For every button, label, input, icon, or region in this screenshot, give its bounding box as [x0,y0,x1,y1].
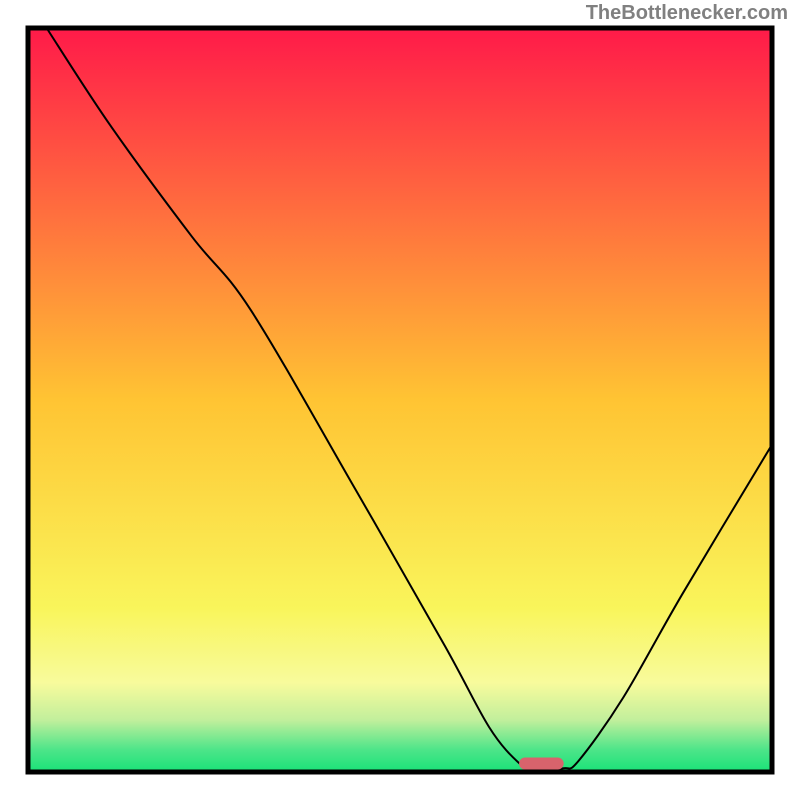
chart-svg [0,0,800,800]
watermark-text: TheBottlenecker.com [586,2,788,25]
optimal-marker [519,757,564,769]
plot-background [28,28,772,772]
chart-container: TheBottlenecker.com [0,0,800,800]
